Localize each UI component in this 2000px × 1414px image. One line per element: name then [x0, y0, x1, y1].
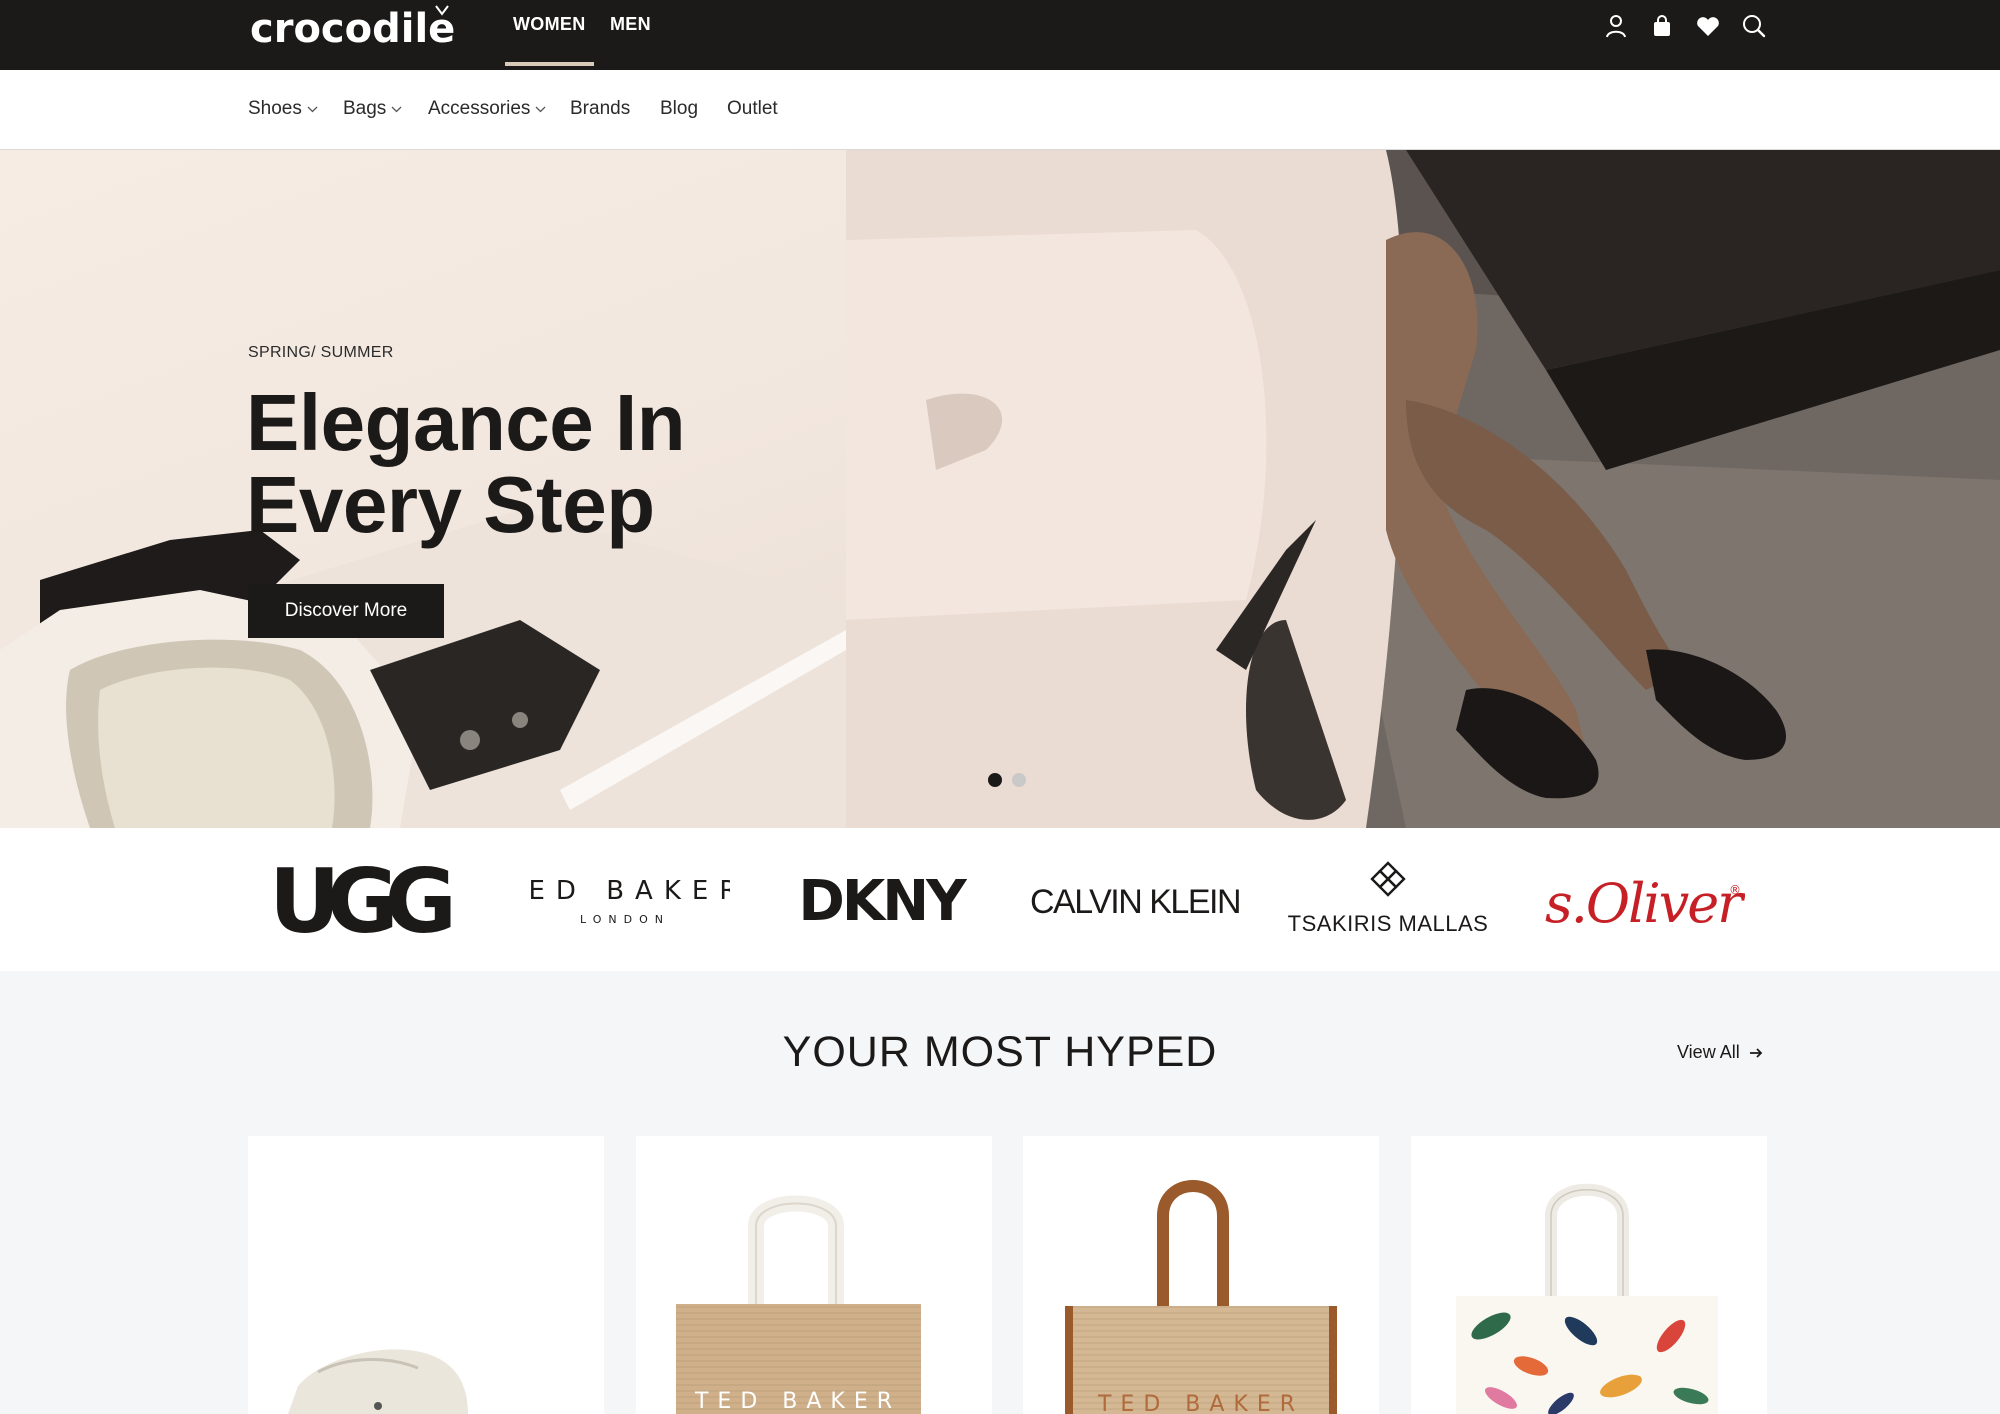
view-all-link[interactable]: View All: [1677, 1042, 1764, 1063]
hero-kicker: SPRING/ SUMMER: [248, 344, 394, 361]
tsakiris-mallas-emblem: [1370, 861, 1406, 897]
svg-text:s.Oliver: s.Oliver: [1545, 872, 1745, 935]
brand-s-oliver[interactable]: s.Oliver ®: [1535, 848, 1745, 952]
ted-baker-tote-brown-handles-image: TED BAKER: [1065, 1180, 1337, 1414]
brand-tsakiris-mallas[interactable]: TSAKIRIS MALLAS: [1283, 848, 1493, 952]
nav-outlet[interactable]: Outlet: [727, 98, 778, 120]
nav-shoes-label: Shoes: [248, 98, 302, 119]
slider-dot-1[interactable]: [988, 773, 1002, 787]
svg-text:CALVIN KLEIN: CALVIN KLEIN: [1030, 883, 1240, 921]
slider-dot-2[interactable]: [1012, 773, 1026, 787]
user-icon[interactable]: [1602, 12, 1630, 40]
category-nav: Shoes Bags Accessories Brands Blog Outle…: [0, 70, 2000, 150]
hero-left-panel: SPRING/ SUMMER Elegance In Every Step Di…: [0, 150, 846, 828]
nav-bags-label: Bags: [343, 98, 387, 119]
ted-baker-tote-white-handles-image: TED BAKER: [676, 1195, 921, 1414]
product-card-1[interactable]: [248, 1136, 604, 1414]
chevron-down-icon: [307, 106, 318, 112]
svg-text:TED BAKER: TED BAKER: [694, 1389, 901, 1414]
arrow-right-icon: [1749, 1047, 1762, 1058]
white-clog-image: [288, 1349, 468, 1414]
hero-photo: [846, 150, 2000, 828]
product-card-2[interactable]: TED BAKER: [636, 1136, 992, 1414]
svg-text:LONDON: LONDON: [580, 913, 670, 926]
nav-brands[interactable]: Brands: [570, 98, 630, 120]
svg-text:DKNY: DKNY: [798, 870, 968, 930]
discover-more-button[interactable]: Discover More: [248, 584, 444, 638]
svg-text:TED BAKER: TED BAKER: [1097, 1392, 1304, 1414]
chevron-down-icon: [535, 106, 546, 112]
brand-calvin-klein[interactable]: CALVIN KLEIN: [1030, 848, 1240, 952]
hero-title-line-2: Every Step: [246, 460, 655, 549]
nav-shoes[interactable]: Shoes: [248, 98, 318, 120]
view-all-label: View All: [1677, 1042, 1740, 1062]
tab-men[interactable]: MEN: [610, 14, 651, 35]
brand-dkny[interactable]: DKNY: [778, 848, 984, 952]
svg-text:crocodile: crocodile: [250, 6, 455, 52]
svg-text:UGG: UGG: [269, 852, 451, 948]
brand-logos-strip: UGG TED BAKER LONDON DKNY CALVIN KLEIN T…: [0, 828, 2000, 971]
svg-text:TSAKIRIS MALLAS: TSAKIRIS MALLAS: [1288, 911, 1489, 936]
product-card-4[interactable]: [1411, 1136, 1767, 1414]
brand-ugg[interactable]: UGG: [262, 848, 472, 952]
product-card-3[interactable]: TED BAKER: [1023, 1136, 1379, 1414]
svg-text:®: ®: [1729, 883, 1741, 897]
nav-blog[interactable]: Blog: [660, 98, 698, 120]
top-bar: crocodile WOMEN MEN: [0, 0, 2000, 70]
nav-accessories-label: Accessories: [428, 98, 531, 119]
heart-icon[interactable]: [1694, 12, 1722, 40]
nav-bags[interactable]: Bags: [343, 98, 402, 120]
floral-tote-bag-image: [1456, 1183, 1718, 1414]
svg-text:TED BAKER: TED BAKER: [520, 876, 730, 906]
nav-accessories[interactable]: Accessories: [428, 98, 546, 120]
logo[interactable]: crocodile: [250, 2, 480, 58]
tab-women[interactable]: WOMEN: [505, 14, 593, 66]
hero-title: Elegance In Every Step: [246, 382, 806, 546]
bag-icon[interactable]: [1648, 12, 1676, 40]
hero-title-line-1: Elegance In: [246, 378, 686, 467]
chevron-down-icon: [391, 106, 402, 112]
hero-banner: SPRING/ SUMMER Elegance In Every Step Di…: [0, 150, 2000, 828]
brand-ted-baker[interactable]: TED BAKER LONDON: [520, 848, 730, 952]
search-icon[interactable]: [1740, 12, 1768, 40]
woman-stepping-out-of-car-image: [846, 150, 2000, 828]
